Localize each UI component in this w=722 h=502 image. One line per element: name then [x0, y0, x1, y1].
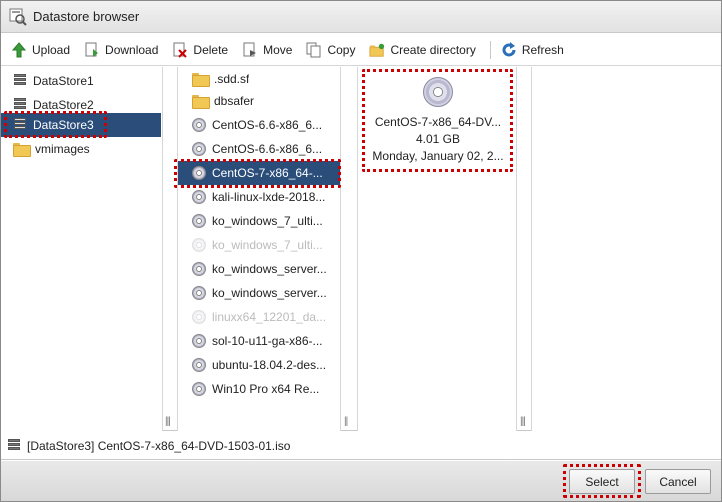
file-item[interactable]: sol-10-u11-ga-x86-... [178, 329, 340, 353]
disc-icon [192, 190, 206, 204]
refresh-icon [501, 41, 517, 58]
datastore-icon [13, 98, 27, 112]
datastore-icon [13, 74, 27, 88]
disc-icon [192, 118, 206, 132]
new-folder-icon [369, 42, 385, 58]
folder-icon [192, 95, 210, 109]
disc-icon [423, 77, 453, 107]
file-item[interactable]: linuxx64_12201_da... [178, 305, 340, 329]
upload-arrow-icon [11, 41, 27, 58]
dialog-footer: Select Cancel [1, 461, 721, 501]
upload-label: Upload [32, 42, 71, 57]
file-item[interactable]: ko_windows_7_ulti... [178, 233, 340, 257]
pane-resize-handle[interactable]: ||| [165, 416, 171, 427]
copy-icon [306, 42, 322, 58]
disc-icon [192, 310, 206, 324]
create-directory-button[interactable]: Create directory [369, 42, 476, 58]
upload-button[interactable]: Upload [11, 41, 71, 58]
disc-icon [192, 286, 206, 300]
file-item[interactable]: ko_windows_server... [178, 281, 340, 305]
folder-icon [13, 143, 31, 157]
disc-icon [192, 238, 206, 252]
move-label: Move [263, 42, 293, 57]
disc-icon [192, 358, 206, 372]
refresh-button[interactable]: Refresh [501, 41, 564, 58]
refresh-label: Refresh [521, 42, 564, 57]
cancel-button[interactable]: Cancel [645, 469, 711, 494]
download-icon [84, 42, 100, 58]
disc-icon [192, 382, 206, 396]
move-icon [242, 42, 258, 58]
datastore-item[interactable]: DataStore1 [1, 69, 161, 93]
datastore-icon [7, 438, 21, 453]
download-label: Download [105, 42, 159, 57]
copy-label: Copy [327, 42, 356, 57]
select-button[interactable]: Select [569, 469, 635, 494]
selected-path: [DataStore3] CentOS-7-x86_64-DVD-1503-01… [27, 438, 291, 453]
folder-icon [192, 73, 210, 87]
preview-file-size: 4.01 GB [415, 132, 461, 146]
folder-item[interactable]: vmimages [1, 137, 161, 161]
file-item[interactable]: ubuntu-18.04.2-des... [178, 353, 340, 377]
disc-icon [192, 166, 206, 180]
preview-file-date: Monday, January 02, 2... [372, 149, 504, 163]
pane-resize-handle[interactable]: || [344, 416, 348, 427]
disc-icon [192, 334, 206, 348]
status-bar: [DataStore3] CentOS-7-x86_64-DVD-1503-01… [1, 432, 721, 460]
file-item[interactable]: kali-linux-lxde-2018... [178, 185, 340, 209]
datastore-search-icon [9, 8, 27, 26]
file-preview-pane: CentOS-7-x86_64-DV... 4.01 GB Monday, Ja… [357, 67, 526, 431]
datastore-icon [13, 118, 27, 132]
file-item[interactable]: CentOS-6.6-x86_6... [178, 137, 340, 161]
window-title: Datastore browser [33, 9, 140, 24]
download-button[interactable]: Download [84, 42, 158, 58]
delete-button[interactable]: Delete [172, 42, 228, 58]
datastore-item-selected[interactable]: DataStore3 [1, 113, 161, 137]
file-item[interactable]: CentOS-6.6-x86_6... [178, 113, 340, 137]
disc-icon [192, 142, 206, 156]
delete-label: Delete [193, 42, 229, 57]
file-item-selected[interactable]: CentOS-7-x86_64-... [178, 161, 340, 185]
toolbar: Upload Download Delete Move Copy Create … [1, 34, 721, 66]
file-list-pane[interactable]: .sdd.sf dbsafer CentOS-6.6-x86_6... Cent… [174, 67, 348, 431]
file-preview[interactable]: CentOS-7-x86_64-DV... 4.01 GB Monday, Ja… [364, 73, 512, 163]
folder-item[interactable]: dbsafer [178, 89, 340, 113]
move-button[interactable]: Move [242, 42, 292, 58]
delete-icon [172, 42, 188, 58]
toolbar-separator [489, 40, 491, 59]
preview-file-name: CentOS-7-x86_64-DV... [374, 115, 502, 129]
title-bar: Datastore browser [1, 1, 721, 33]
datastore-browser-window: Datastore browser Upload Download Delete [0, 0, 722, 502]
empty-pane [531, 67, 721, 431]
disc-icon [192, 262, 206, 276]
file-item[interactable]: Win10 Pro x64 Re... [178, 377, 340, 401]
folder-item[interactable]: .sdd.sf [178, 67, 340, 91]
create-directory-label: Create directory [390, 42, 476, 57]
pane-resize-handle[interactable]: ||| [520, 416, 526, 427]
copy-button[interactable]: Copy [306, 42, 355, 58]
file-item[interactable]: ko_windows_7_ulti... [178, 209, 340, 233]
file-item[interactable]: ko_windows_server... [178, 257, 340, 281]
browser-panes: DataStore1 DataStore2 DataStore3 vmimage… [1, 67, 721, 431]
disc-icon [192, 214, 206, 228]
datastore-list-pane[interactable]: DataStore1 DataStore2 DataStore3 vmimage… [1, 67, 171, 431]
